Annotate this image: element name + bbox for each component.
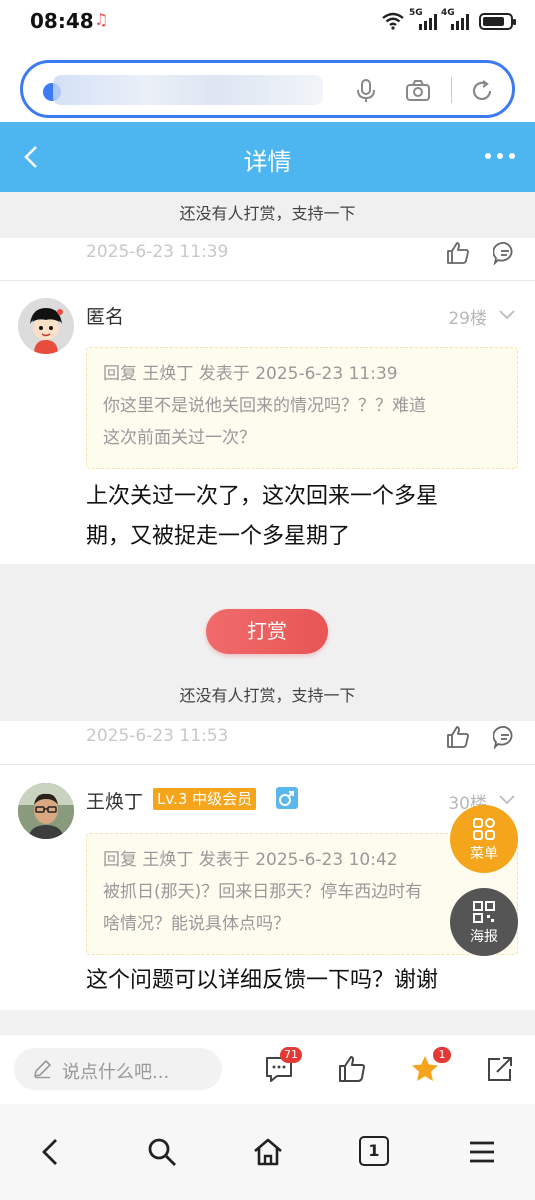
tabs-button[interactable]: 1 [359,1136,391,1168]
reply-content: 这个问题可以详细反馈一下吗？谢谢 [86,961,506,1001]
quote-text-line: 你这里不是说他关回来的情况吗？？？难道 [103,396,426,416]
reward-tip: 还没有人打赏，支持一下 [179,204,356,223]
refresh-icon[interactable] [469,78,495,104]
quote-box: 回复 王焕丁 发表于 2025-6-23 11:39 你这里不是说他关回来的情况… [86,347,518,469]
comment-bubble-icon[interactable] [493,241,517,265]
thumbs-up-icon[interactable] [446,725,470,749]
floor-number: 29楼 [448,309,487,329]
address-bar[interactable] [20,60,515,118]
post-footer: 2025-6-23 11:53 [0,721,535,764]
quote-text-line: 啥情况？能说具体点吗？ [103,914,290,934]
thumbs-up-icon[interactable] [337,1054,367,1084]
avatar[interactable] [18,783,74,839]
quote-header: 回复 王焕丁 发表于 2025-6-23 10:42 [103,850,398,870]
wifi-icon [382,12,404,30]
pencil-icon [33,1059,52,1079]
page-title: 详情 [243,148,292,176]
microphone-icon[interactable] [353,78,379,104]
share-icon[interactable] [484,1054,514,1084]
thumbs-up-icon[interactable] [446,241,470,265]
favorite-count-badge: 1 [433,1047,451,1063]
chevron-down-icon[interactable] [499,310,515,320]
search-divider [451,77,452,103]
reward-tip: 还没有人打赏，支持一下 [179,686,356,705]
post-date: 2025-6-23 11:39 [86,242,229,262]
status-indicators: 5G 4G [381,8,516,32]
floating-menu-button[interactable]: 菜单 [450,805,518,873]
qr-code-icon [473,901,495,923]
back-icon[interactable] [36,1136,68,1168]
status-bar: 08:48 ♫ 5G 4G [0,0,535,44]
quote-header: 回复 王焕丁 发表于 2025-6-23 11:39 [103,364,398,384]
reply-content: 上次关过一次了，这次回来一个多星 期，又被捉走一个多星期了 [86,477,506,557]
signal-4g-icon: 4G [441,8,469,30]
poster-label: 海报 [470,929,498,945]
browser-search-area [0,44,535,122]
reply-post: 匿名 29楼 回复 王焕丁 发表于 2025-6-23 11:39 你这里不是说… [0,281,535,564]
author-name[interactable]: 匿名 [86,302,124,329]
reply-text-line: 期，又被捉走一个多星期了 [86,524,351,549]
post-footer: 2025-6-23 11:39 [0,238,535,280]
address-text-blurred [53,75,323,105]
search-icon[interactable] [146,1136,178,1168]
page-header: 详情 [0,122,535,192]
status-time: 08:48 [30,9,94,33]
music-note-icon: ♫ [94,10,109,29]
home-icon[interactable] [252,1136,284,1168]
more-options-icon[interactable] [485,153,515,159]
quote-text-line: 被抓日(那天)？回来日那天？停车西边时有 [103,882,423,902]
camera-icon[interactable] [405,78,431,104]
signal-5g-icon: 5G [409,8,437,30]
quote-text-line: 这次前面关过一次？ [103,428,256,448]
comment-bubble-icon[interactable] [493,725,517,749]
author-name[interactable]: 王焕丁 [86,787,143,814]
reward-button[interactable]: 打赏 [206,609,328,654]
comment-input[interactable]: 说点什么吧... [14,1048,222,1090]
post-action-bar: 说点什么吧... 71 1 [0,1034,535,1104]
comment-placeholder: 说点什么吧... [62,1062,170,1083]
browser-nav-bar: 1 [0,1104,535,1200]
male-gender-icon [276,787,298,809]
avatar[interactable] [18,298,74,354]
reward-strip: 还没有人打赏，支持一下 [0,192,535,238]
level-badge: Lv.3 中级会员 [153,788,257,810]
grid-menu-icon [473,818,495,840]
reply-post: 王焕丁 30楼 回复 王焕丁 发表于 2025-6-23 10:42 被抓日(那… [0,765,535,1010]
floating-poster-button[interactable]: 海报 [450,888,518,956]
reply-text-line: 这个问题可以详细反馈一下吗？谢谢 [86,968,439,993]
reply-text-line: 上次关过一次了，这次回来一个多星 [86,484,439,509]
menu-label: 菜单 [470,846,498,862]
hamburger-menu-icon[interactable] [466,1136,498,1168]
post-date: 2025-6-23 11:53 [86,726,229,746]
battery-icon [479,12,516,30]
chevron-down-icon[interactable] [499,795,515,805]
comment-count-badge: 71 [280,1047,302,1063]
tab-count: 1 [359,1136,389,1166]
